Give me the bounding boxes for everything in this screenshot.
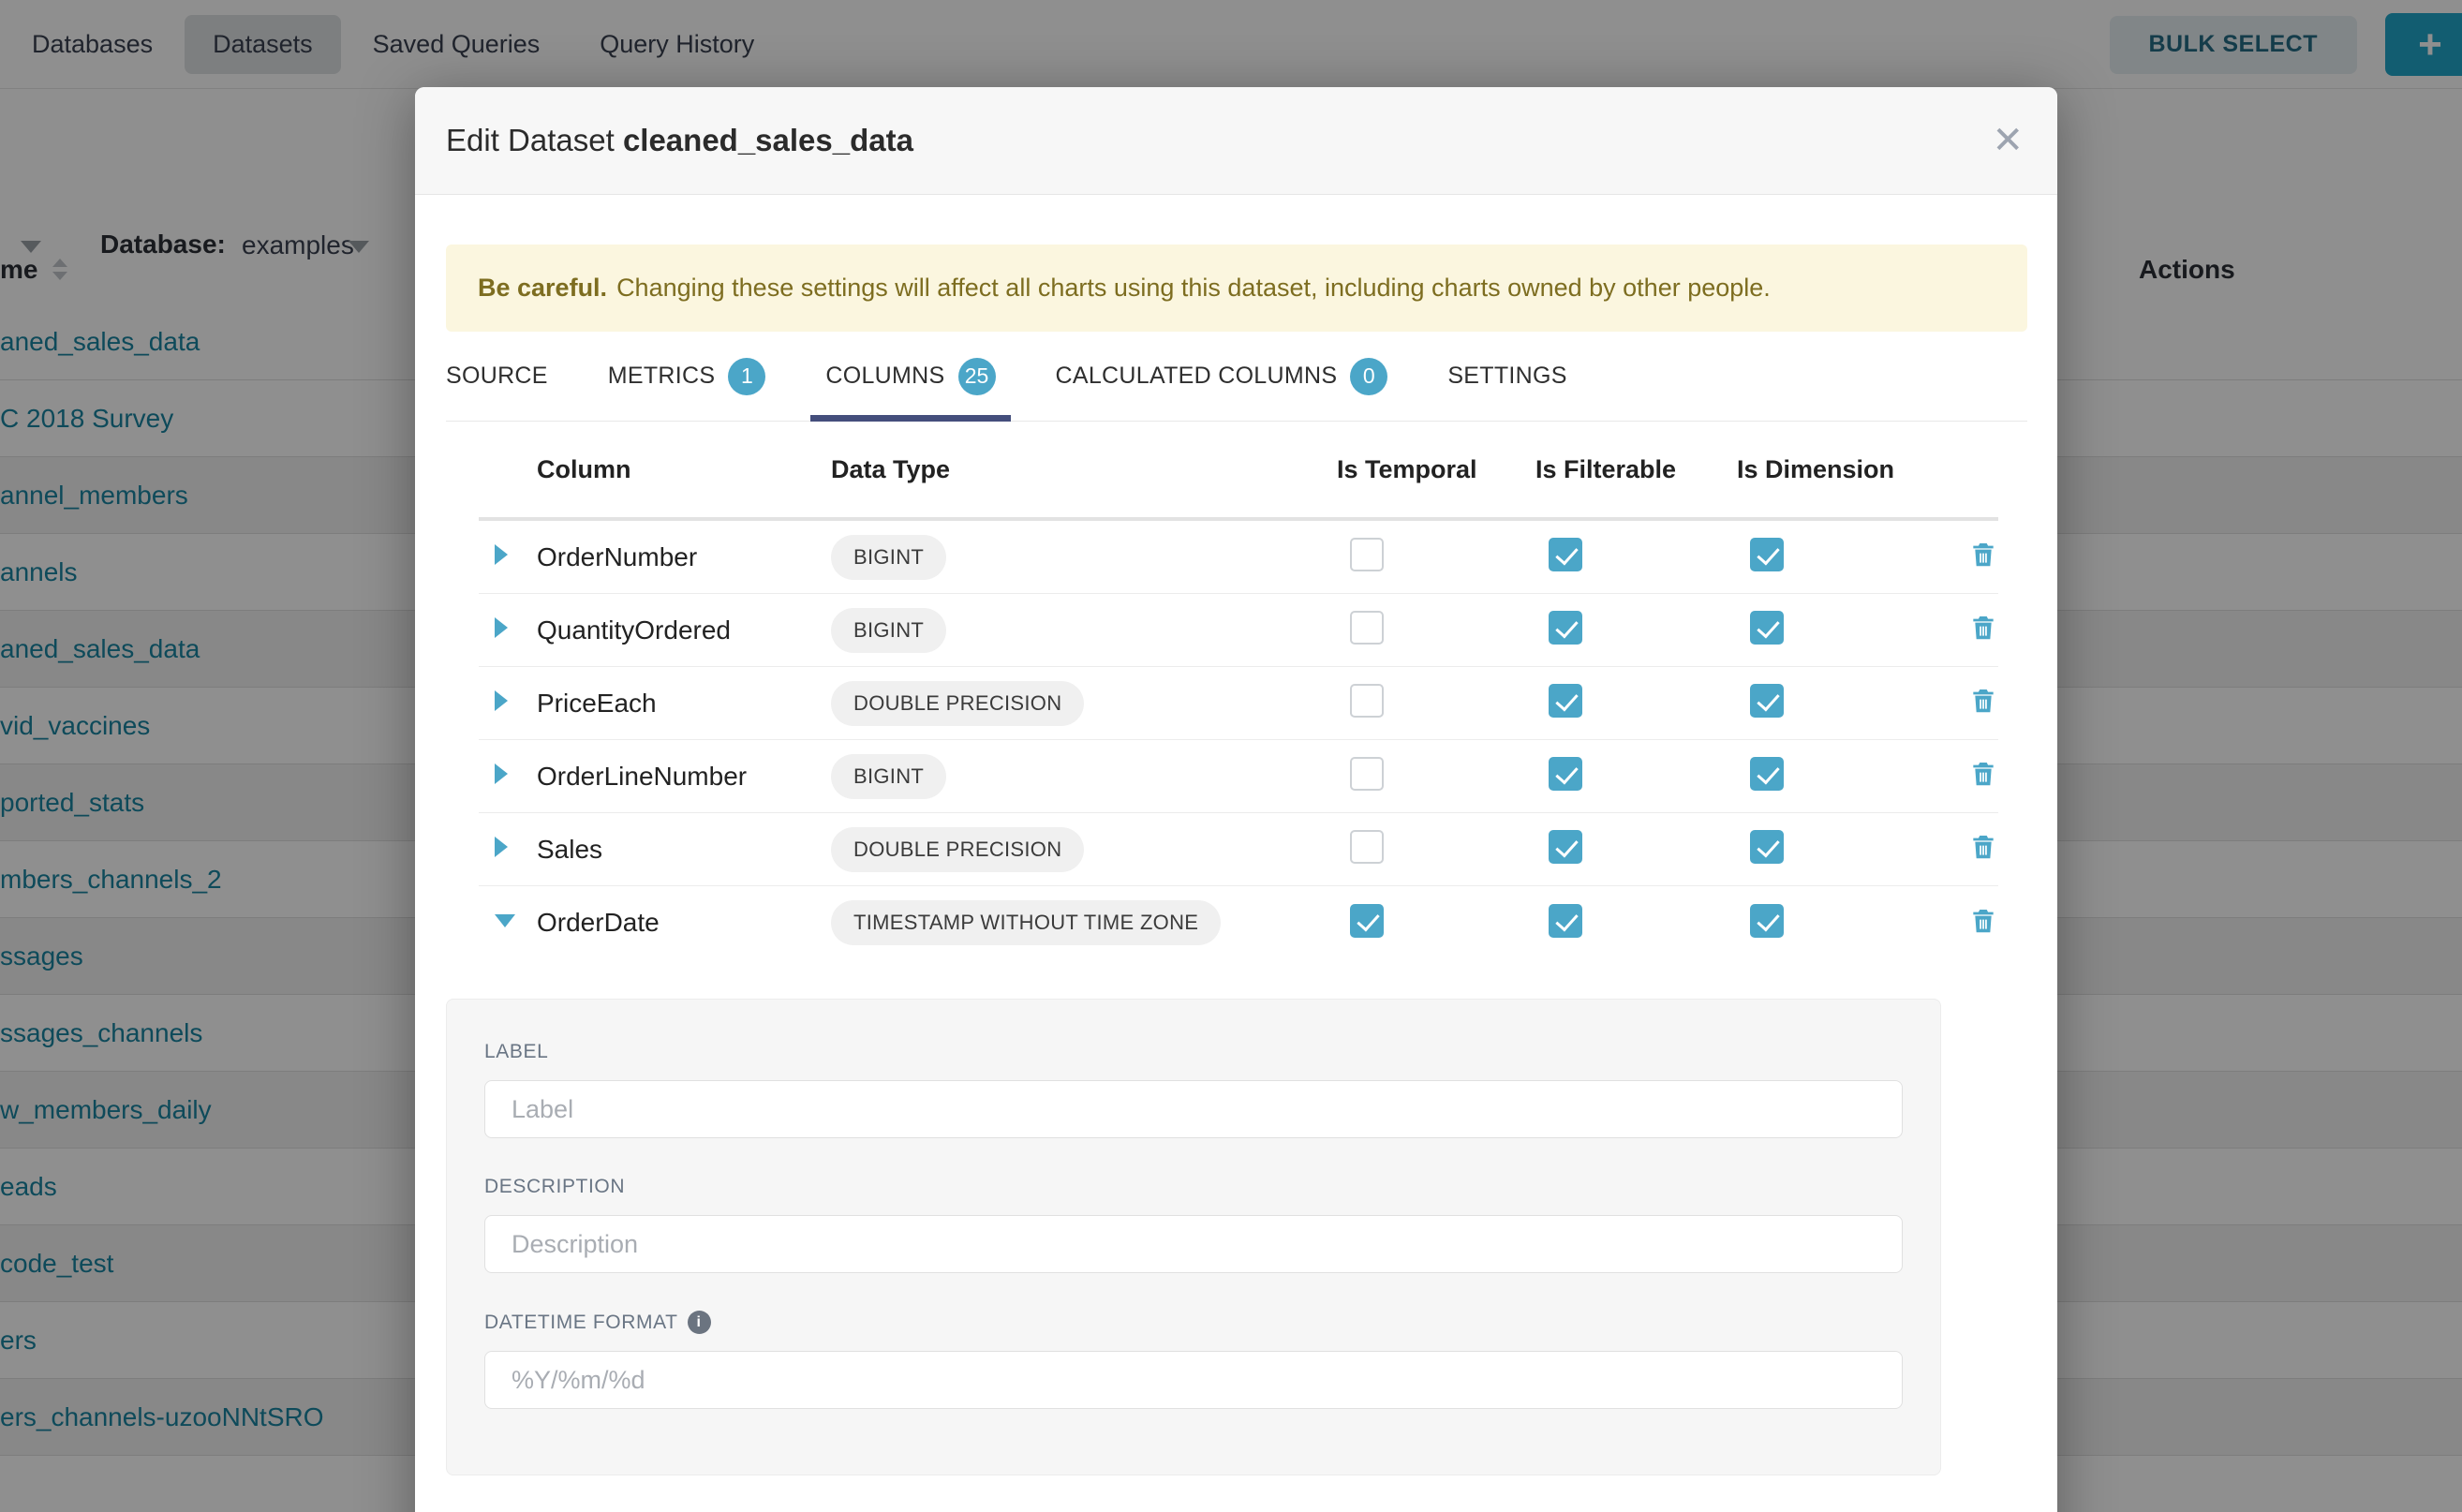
column-name: OrderDate bbox=[537, 908, 831, 938]
is-temporal-checkbox[interactable] bbox=[1350, 757, 1384, 791]
modal-tab-label: COLUMNS bbox=[825, 363, 944, 390]
delete-column-icon[interactable] bbox=[1968, 832, 1998, 867]
column-row: QuantityOrdered BIGINT bbox=[479, 594, 1998, 667]
modal-tab-label: SETTINGS bbox=[1447, 363, 1566, 390]
is-dimension-checkbox[interactable] bbox=[1750, 904, 1784, 938]
delete-column-icon[interactable] bbox=[1968, 906, 1998, 941]
tab-count-badge: 0 bbox=[1350, 358, 1387, 395]
modal-tabs: SOURCE METRICS 1 COLUMNS 25 CALCULATED C… bbox=[446, 332, 2027, 422]
column-name: Sales bbox=[537, 835, 831, 865]
data-type-pill: BIGINT bbox=[831, 754, 946, 799]
edit-dataset-modal: Edit Dataset cleaned_sales_data ✕ Be car… bbox=[415, 87, 2057, 1512]
tab-count-badge: 25 bbox=[958, 358, 996, 395]
info-icon[interactable]: i bbox=[688, 1311, 711, 1334]
columns-table-body: OrderNumber BIGINT QuantityOrdered BIGIN… bbox=[479, 521, 1998, 959]
is-temporal-checkbox[interactable] bbox=[1350, 684, 1384, 718]
modal-title-prefix: Edit Dataset bbox=[446, 123, 623, 157]
is-dimension-checkbox[interactable] bbox=[1750, 611, 1784, 645]
delete-column-icon[interactable] bbox=[1968, 686, 1998, 720]
label-input[interactable] bbox=[484, 1080, 1903, 1138]
is-dimension-header: Is Dimension bbox=[1737, 455, 1963, 484]
modal-tab-label: CALCULATED COLUMNS bbox=[1056, 363, 1338, 390]
is-dimension-checkbox[interactable] bbox=[1750, 538, 1784, 571]
warning-banner-bold: Be careful. bbox=[478, 274, 607, 303]
description-field-label: DESCRIPTION bbox=[484, 1176, 1903, 1198]
warning-banner-text: Changing these settings will affect all … bbox=[616, 274, 1771, 303]
description-input[interactable] bbox=[484, 1215, 1903, 1273]
expand-caret-icon[interactable] bbox=[479, 914, 537, 932]
columns-table-header: Column Data Type Is Temporal Is Filterab… bbox=[479, 422, 1998, 521]
is-filterable-checkbox[interactable] bbox=[1549, 830, 1582, 864]
column-row: OrderNumber BIGINT bbox=[479, 521, 1998, 594]
close-icon[interactable]: ✕ bbox=[1992, 122, 2024, 159]
is-temporal-checkbox[interactable] bbox=[1350, 538, 1384, 571]
modal-body: Be careful. Changing these settings will… bbox=[415, 245, 2057, 1475]
column-row: OrderDate TIMESTAMP WITHOUT TIME ZONE bbox=[479, 886, 1998, 959]
column-row: OrderLineNumber BIGINT bbox=[479, 740, 1998, 813]
is-temporal-header: Is Temporal bbox=[1337, 455, 1535, 484]
data-type-pill: DOUBLE PRECISION bbox=[831, 681, 1084, 726]
is-filterable-checkbox[interactable] bbox=[1549, 904, 1582, 938]
tab-columns[interactable]: COLUMNS 25 bbox=[825, 332, 995, 421]
modal-header: Edit Dataset cleaned_sales_data ✕ bbox=[415, 87, 2057, 195]
is-dimension-checkbox[interactable] bbox=[1750, 757, 1784, 791]
tab-metrics[interactable]: METRICS 1 bbox=[608, 332, 766, 421]
is-dimension-checkbox[interactable] bbox=[1750, 684, 1784, 718]
data-type-pill: BIGINT bbox=[831, 535, 946, 580]
column-row: PriceEach DOUBLE PRECISION bbox=[479, 667, 1998, 740]
expand-caret-icon[interactable] bbox=[479, 763, 537, 789]
data-type-pill: TIMESTAMP WITHOUT TIME ZONE bbox=[831, 900, 1221, 945]
column-row: Sales DOUBLE PRECISION bbox=[479, 813, 1998, 886]
datetime-format-input[interactable] bbox=[484, 1351, 1903, 1409]
modal-title: Edit Dataset cleaned_sales_data bbox=[446, 123, 913, 158]
tab-settings[interactable]: SETTINGS bbox=[1447, 332, 1566, 421]
expand-caret-icon[interactable] bbox=[479, 837, 537, 862]
is-temporal-checkbox[interactable] bbox=[1350, 830, 1384, 864]
expand-caret-icon[interactable] bbox=[479, 690, 537, 716]
expand-caret-icon[interactable] bbox=[479, 617, 537, 643]
is-filterable-checkbox[interactable] bbox=[1549, 611, 1582, 645]
is-temporal-checkbox[interactable] bbox=[1350, 611, 1384, 645]
column-name: QuantityOrdered bbox=[537, 615, 831, 645]
delete-column-icon[interactable] bbox=[1968, 540, 1998, 574]
column-name: OrderNumber bbox=[537, 542, 831, 572]
delete-column-icon[interactable] bbox=[1968, 759, 1998, 793]
description-field-group: DESCRIPTION bbox=[484, 1176, 1903, 1273]
data-type-pill: BIGINT bbox=[831, 608, 946, 653]
is-filterable-checkbox[interactable] bbox=[1549, 538, 1582, 571]
column-name: PriceEach bbox=[537, 689, 831, 719]
warning-banner: Be careful. Changing these settings will… bbox=[446, 245, 2027, 332]
tab-count-badge: 1 bbox=[728, 358, 765, 395]
data-type-header: Data Type bbox=[831, 455, 1337, 484]
expand-caret-icon[interactable] bbox=[479, 544, 537, 570]
is-filterable-checkbox[interactable] bbox=[1549, 757, 1582, 791]
is-filterable-header: Is Filterable bbox=[1535, 455, 1737, 484]
data-type-pill: DOUBLE PRECISION bbox=[831, 827, 1084, 872]
is-temporal-checkbox[interactable] bbox=[1350, 904, 1384, 938]
is-dimension-checkbox[interactable] bbox=[1750, 830, 1784, 864]
column-header: Column bbox=[537, 455, 831, 484]
column-detail-panel: LABEL DESCRIPTION DATETIME FORMAT i bbox=[446, 999, 1941, 1475]
columns-table: Column Data Type Is Temporal Is Filterab… bbox=[479, 422, 1998, 959]
modal-title-dataset-name: cleaned_sales_data bbox=[623, 123, 913, 157]
delete-column-icon[interactable] bbox=[1968, 613, 1998, 647]
label-field-group: LABEL bbox=[484, 1041, 1903, 1138]
tab-source[interactable]: SOURCE bbox=[446, 332, 548, 421]
tab-calculated-columns[interactable]: CALCULATED COLUMNS 0 bbox=[1056, 332, 1388, 421]
column-name: OrderLineNumber bbox=[537, 762, 831, 792]
datetime-format-field-label: DATETIME FORMAT i bbox=[484, 1311, 1903, 1334]
modal-tab-label: SOURCE bbox=[446, 363, 548, 390]
label-field-label: LABEL bbox=[484, 1041, 1903, 1063]
datetime-format-field-group: DATETIME FORMAT i bbox=[484, 1311, 1903, 1409]
modal-tab-label: METRICS bbox=[608, 363, 716, 390]
is-filterable-checkbox[interactable] bbox=[1549, 684, 1582, 718]
